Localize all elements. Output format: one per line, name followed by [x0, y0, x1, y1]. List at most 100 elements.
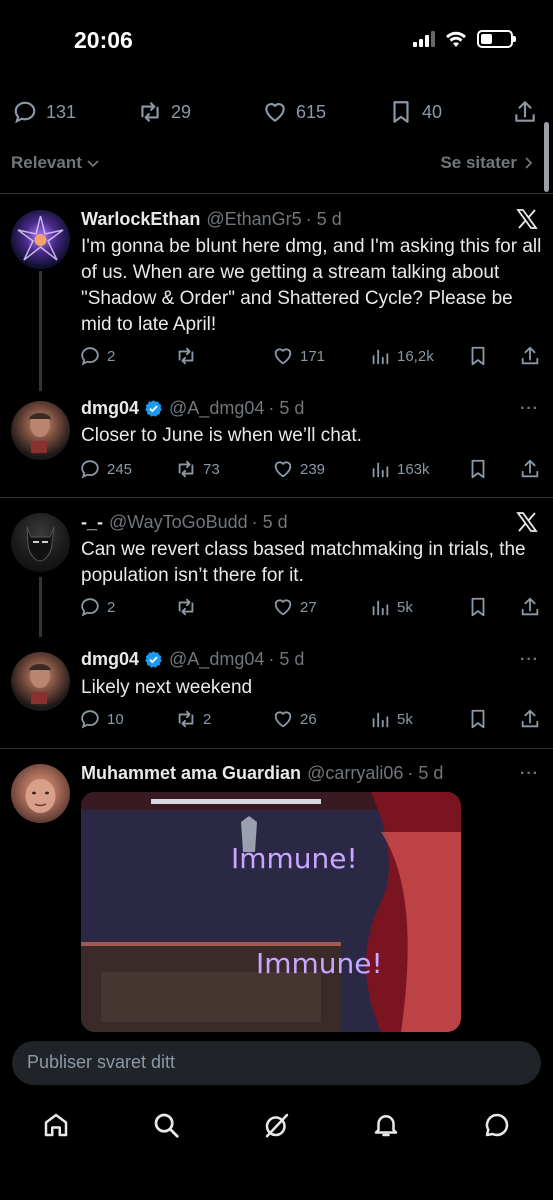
reply-count: 10: [107, 710, 124, 728]
share-icon: [521, 597, 539, 616]
divider: [0, 748, 553, 749]
like-count: 239: [300, 460, 326, 478]
share-button[interactable]: [512, 99, 538, 125]
avatar[interactable]: [11, 764, 70, 823]
author-name[interactable]: WarlockEthan: [81, 209, 200, 230]
author-handle[interactable]: @A_dmg04: [169, 649, 264, 670]
author-handle[interactable]: @EthanGr5: [206, 209, 301, 230]
bookmark-button[interactable]: [467, 345, 489, 367]
reply-button[interactable]: 2: [79, 596, 115, 618]
post-actions: 10 2 26 5k: [79, 708, 544, 734]
share-button[interactable]: [519, 708, 541, 730]
reply-button[interactable]: 2: [79, 345, 115, 367]
bookmark-icon: [393, 101, 409, 123]
post-media-image[interactable]: Immune! Immune!: [81, 792, 461, 1032]
quotes-link[interactable]: Se sitater: [440, 153, 535, 173]
repost-icon: [178, 710, 194, 728]
repost-button[interactable]: [175, 345, 203, 367]
repost-button[interactable]: 73: [175, 458, 220, 480]
reply-input[interactable]: Publiser svaret ditt: [12, 1041, 541, 1085]
views-button[interactable]: 16,2k: [369, 345, 434, 367]
status-time: 20:06: [74, 27, 133, 53]
bookmark-icon: [471, 346, 485, 366]
author-handle[interactable]: @A_dmg04: [169, 398, 264, 419]
post-actions: 2 27 5k: [79, 596, 544, 622]
reply-button[interactable]: 245: [79, 458, 132, 480]
signal-icon: [413, 31, 435, 47]
bookmark-stat[interactable]: 40: [388, 99, 442, 125]
views-button[interactable]: 163k: [369, 458, 430, 480]
reply-count: 2: [107, 598, 116, 616]
author-name[interactable]: dmg04: [81, 649, 139, 670]
sort-relevant-dropdown[interactable]: Relevant: [11, 153, 100, 173]
author-handle[interactable]: @carryali06: [307, 763, 403, 784]
avatar[interactable]: [11, 401, 70, 460]
reply-button[interactable]: 10: [79, 708, 124, 730]
more-options-icon[interactable]: ···: [520, 651, 539, 669]
heart-icon: [265, 103, 285, 122]
replies-sort-bar: Relevant Se sitater: [0, 148, 553, 194]
home-icon[interactable]: [41, 1110, 71, 1140]
heart-icon: [274, 711, 292, 728]
views-icon: [372, 349, 389, 365]
quotes-label: Se sitater: [440, 153, 517, 172]
share-icon: [521, 459, 539, 478]
views-button[interactable]: 5k: [369, 596, 413, 618]
repost-icon: [178, 347, 194, 365]
x-logo-icon: [516, 209, 538, 229]
notifications-bell-icon[interactable]: [371, 1110, 401, 1140]
post-time: · 5 d: [305, 209, 342, 229]
bookmark-button[interactable]: [467, 458, 489, 480]
author-name[interactable]: dmg04: [81, 398, 139, 419]
avatar[interactable]: [11, 210, 70, 269]
reply-icon: [81, 460, 99, 479]
views-button[interactable]: 5k: [369, 708, 413, 730]
post-time: · 5 d: [268, 649, 305, 669]
avatar[interactable]: [11, 513, 70, 572]
bookmark-icon: [471, 597, 485, 617]
post-header: Muhammet ama Guardian @carryali06 · 5 d: [81, 763, 443, 784]
share-button[interactable]: [519, 596, 541, 618]
battery-icon: [477, 30, 516, 48]
status-bar: 20:06: [0, 0, 553, 80]
bookmark-icon: [471, 709, 485, 729]
like-count: 26: [300, 710, 317, 728]
more-options-icon[interactable]: ···: [520, 400, 539, 418]
thread-line: [39, 271, 42, 391]
share-button[interactable]: [519, 345, 541, 367]
post-text: Closer to June is when we’ll chat.: [81, 425, 362, 446]
post-text: Can we revert class based matchmaking in…: [81, 539, 526, 586]
view-count: 5k: [397, 598, 413, 616]
like-button[interactable]: 171: [272, 345, 325, 367]
like-count: 27: [300, 598, 317, 616]
reply-stat[interactable]: 131: [12, 99, 76, 125]
author-name[interactable]: Muhammet ama Guardian: [81, 763, 301, 784]
repost-count: 29: [171, 101, 192, 122]
avatar[interactable]: [11, 652, 70, 711]
messages-icon[interactable]: [482, 1110, 512, 1140]
grok-icon[interactable]: [262, 1110, 292, 1140]
reply-icon: [81, 347, 99, 366]
search-icon[interactable]: [151, 1110, 181, 1140]
views-icon: [372, 712, 389, 728]
like-stat[interactable]: 615: [262, 99, 326, 125]
repost-button[interactable]: 2: [175, 708, 211, 730]
post-header: -_- @WayToGoBudd · 5 d: [81, 512, 288, 533]
more-options-icon[interactable]: ···: [520, 765, 539, 783]
wifi-icon: [446, 31, 466, 47]
like-button[interactable]: 26: [272, 708, 317, 730]
like-button[interactable]: 239: [272, 458, 325, 480]
chevron-down-icon: [87, 160, 99, 168]
bookmark-button[interactable]: [467, 596, 489, 618]
bookmark-icon: [471, 459, 485, 479]
like-button[interactable]: 27: [272, 596, 317, 618]
bottom-navigation: [0, 1100, 553, 1200]
share-button[interactable]: [519, 458, 541, 480]
author-name[interactable]: -_-: [81, 512, 103, 533]
repost-button[interactable]: [175, 596, 203, 618]
repost-stat[interactable]: 29: [137, 99, 191, 125]
repost-count: 73: [203, 460, 220, 478]
author-handle[interactable]: @WayToGoBudd: [109, 512, 248, 533]
bookmark-button[interactable]: [467, 708, 489, 730]
view-count: 5k: [397, 710, 413, 728]
